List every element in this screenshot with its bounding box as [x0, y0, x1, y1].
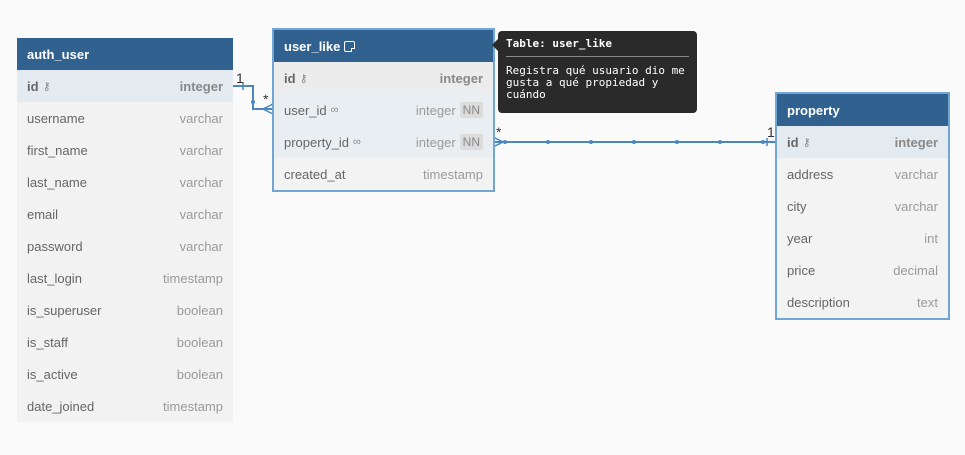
table-header[interactable]: auth_user	[17, 38, 233, 70]
field-name: address	[787, 166, 834, 182]
field-type: varchar	[894, 166, 938, 182]
key-icon: ⚷	[299, 72, 308, 85]
field-type: timestamp	[163, 398, 223, 414]
field-type: integer	[415, 102, 456, 118]
tooltip-body: Registra qué usuario dio me gusta a qué …	[506, 64, 685, 101]
table-row[interactable]: date_joined timestamp	[17, 390, 233, 422]
field-type: timestamp	[163, 270, 223, 286]
field-type: boolean	[176, 366, 223, 382]
field-name: email	[27, 206, 59, 222]
rel1-one-label: 1	[236, 70, 244, 86]
field-name: description	[787, 294, 850, 310]
field-name: id	[27, 78, 39, 94]
field-name: username	[27, 110, 85, 126]
field-name: city	[787, 198, 807, 214]
table-row[interactable]: id ⚷ integer	[274, 62, 493, 94]
table-header[interactable]: user_like	[274, 30, 493, 62]
rel2-many-label: *	[496, 124, 502, 140]
link-icon: ∞	[353, 136, 361, 148]
table-row[interactable]: year int	[777, 222, 948, 254]
field-type: varchar	[179, 238, 223, 254]
field-name: is_superuser	[27, 302, 102, 318]
table-auth-user[interactable]: auth_user id ⚷ integer username varchar fi…	[17, 38, 233, 422]
not-null-badge: NN	[459, 134, 483, 150]
table-row[interactable]: email varchar	[17, 198, 233, 230]
field-type: boolean	[176, 302, 223, 318]
key-icon: ⚷	[802, 136, 811, 149]
table-row[interactable]: id ⚷ integer	[777, 126, 948, 158]
table-row[interactable]: password varchar	[17, 230, 233, 262]
table-title: user_like	[284, 38, 341, 54]
field-name: first_name	[27, 142, 88, 158]
table-row[interactable]: user_id ∞ integer NN	[274, 94, 493, 126]
field-type: varchar	[179, 142, 223, 158]
table-title: property	[787, 102, 840, 118]
table-row[interactable]: last_name varchar	[17, 166, 233, 198]
table-title: auth_user	[27, 46, 90, 62]
tooltip-title: Table: user_like	[506, 37, 689, 57]
field-name: last_login	[27, 270, 82, 286]
table-property[interactable]: property id ⚷ integer address varchar city…	[775, 92, 950, 320]
note-icon[interactable]	[344, 40, 356, 52]
table-row[interactable]: is_staff boolean	[17, 326, 233, 358]
table-row[interactable]: last_login timestamp	[17, 262, 233, 294]
field-name: year	[787, 230, 813, 246]
field-name: id	[284, 70, 296, 86]
table-user-like[interactable]: user_like id ⚷ integer user_id ∞ integer NN…	[272, 28, 495, 192]
table-row[interactable]: city varchar	[777, 190, 948, 222]
field-type: integer	[439, 70, 483, 86]
table-row[interactable]: property_id ∞ integer NN	[274, 126, 493, 158]
table-row[interactable]: is_superuser boolean	[17, 294, 233, 326]
table-row[interactable]: first_name varchar	[17, 134, 233, 166]
field-name: user_id	[284, 102, 327, 118]
table-row[interactable]: id ⚷ integer	[17, 70, 233, 102]
relation-property-id[interactable]	[492, 136, 777, 148]
table-row[interactable]: price decimal	[777, 254, 948, 286]
key-icon: ⚷	[42, 80, 51, 93]
field-type: integer	[415, 134, 456, 150]
field-name: property_id	[284, 134, 350, 150]
table-row[interactable]: address varchar	[777, 158, 948, 190]
field-name: date_joined	[27, 398, 95, 414]
table-row[interactable]: description text	[777, 286, 948, 318]
field-name: password	[27, 238, 83, 254]
table-header[interactable]: property	[777, 94, 948, 126]
field-name: is_active	[27, 366, 78, 382]
field-name: price	[787, 262, 816, 278]
field-type: varchar	[179, 174, 223, 190]
table-row[interactable]: created_at timestamp	[274, 158, 493, 190]
field-type: varchar	[179, 206, 223, 222]
field-type: integer	[894, 134, 938, 150]
table-note-tooltip: Table: user_like Registra qué usuario di…	[492, 31, 697, 113]
field-type: decimal	[893, 262, 938, 278]
field-type: timestamp	[423, 166, 483, 182]
rel2-one-label: 1	[767, 124, 775, 140]
field-type: varchar	[894, 198, 938, 214]
field-name: created_at	[284, 166, 346, 182]
link-icon: ∞	[330, 104, 339, 116]
field-type: varchar	[179, 110, 223, 126]
field-type: integer	[179, 78, 223, 94]
table-row[interactable]: username varchar	[17, 102, 233, 134]
field-name: last_name	[27, 174, 87, 190]
field-name: is_staff	[27, 334, 68, 350]
field-type: int	[924, 230, 938, 246]
rel1-many-label: *	[263, 91, 269, 107]
field-type: boolean	[176, 334, 223, 350]
not-null-badge: NN	[459, 102, 483, 118]
table-row[interactable]: is_active boolean	[17, 358, 233, 390]
field-type: text	[917, 294, 938, 310]
field-name: id	[787, 134, 799, 150]
